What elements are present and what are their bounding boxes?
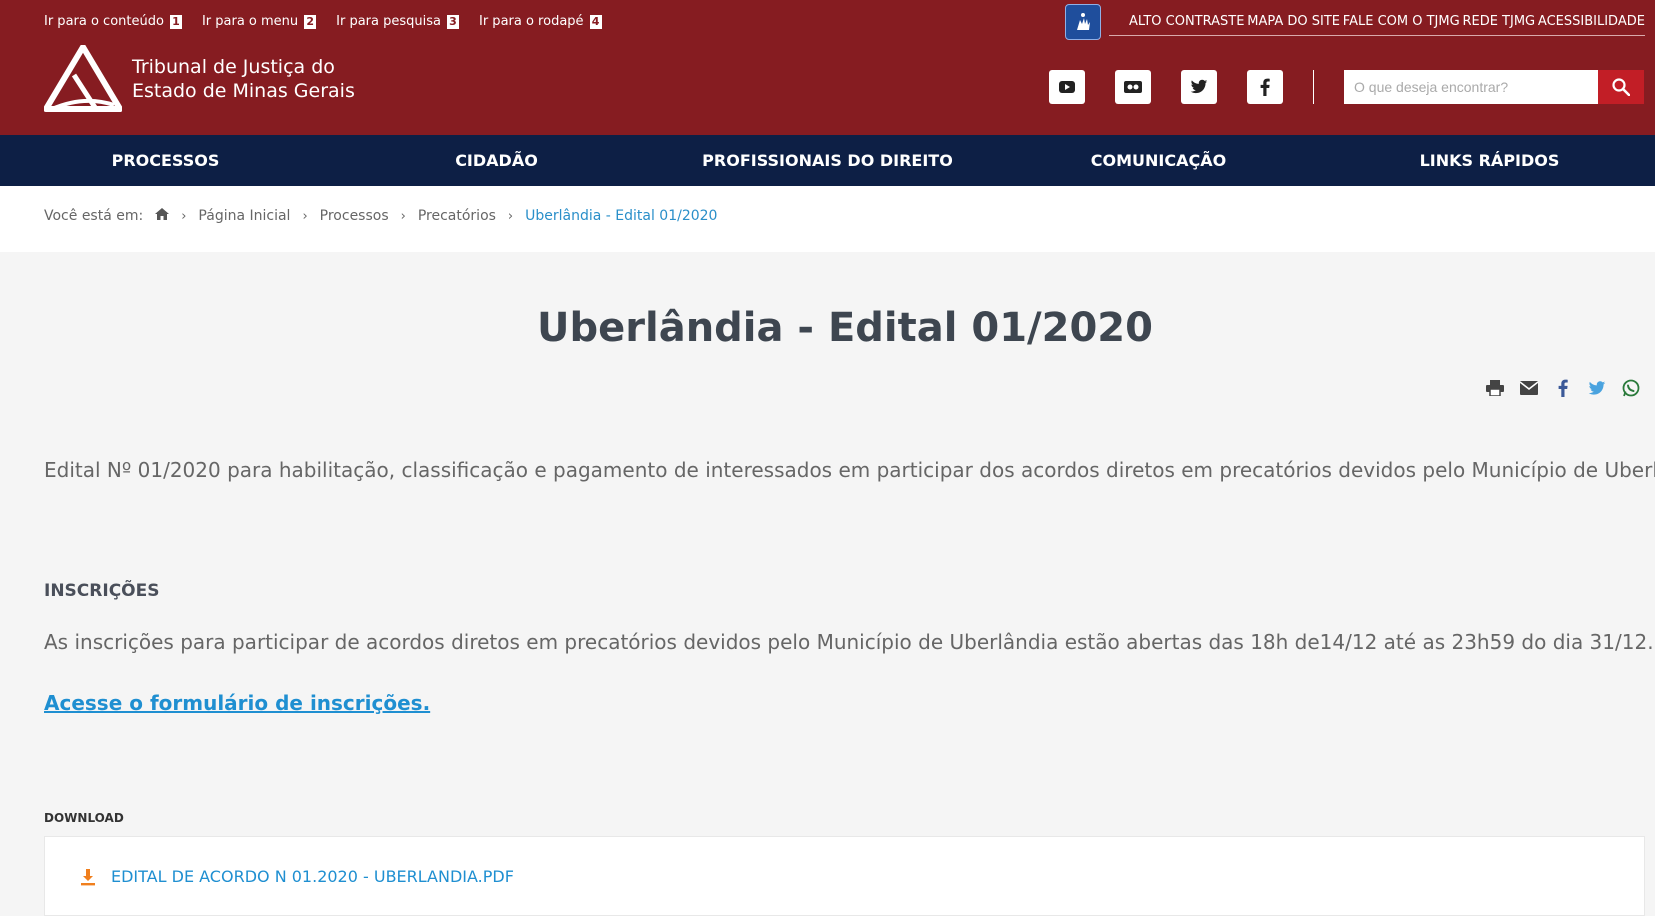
breadcrumb-item[interactable]: Página Inicial bbox=[198, 208, 290, 224]
search-icon bbox=[1612, 78, 1630, 96]
search-button[interactable] bbox=[1598, 70, 1644, 104]
breadcrumb-item[interactable]: Processos bbox=[320, 208, 389, 224]
breadcrumb-prefix: Você está em: bbox=[44, 208, 144, 224]
site-map-link[interactable]: MAPA DO SITE bbox=[1247, 14, 1340, 29]
skip-link-content[interactable]: Ir para o conteúdo 1 bbox=[44, 14, 182, 29]
tjmg-logo[interactable]: Tribunal de Justiça do Estado de Minas G… bbox=[44, 45, 355, 113]
search-input[interactable] bbox=[1344, 70, 1598, 104]
email-icon[interactable] bbox=[1519, 378, 1539, 398]
skip-link-footer[interactable]: Ir para o rodapé 4 bbox=[479, 14, 602, 29]
breadcrumb-item[interactable]: Precatórios bbox=[418, 208, 496, 224]
home-icon[interactable] bbox=[155, 208, 170, 224]
breadcrumb-bar: Você está em: › Página Inicial › Process… bbox=[0, 186, 1655, 252]
download-label: DOWNLOAD bbox=[44, 811, 124, 825]
facebook-icon[interactable] bbox=[1247, 70, 1283, 104]
site-header: Ir para o conteúdo 1 Ir para o menu 2 Ir… bbox=[0, 0, 1655, 135]
page-title: Uberlândia - Edital 01/2020 bbox=[537, 305, 1153, 351]
facebook-share-icon[interactable] bbox=[1553, 378, 1573, 398]
nav-cidadao[interactable]: CIDADÃO bbox=[331, 135, 662, 186]
youtube-icon[interactable] bbox=[1049, 70, 1085, 104]
breadcrumb-current: Uberlândia - Edital 01/2020 bbox=[525, 208, 718, 224]
libras-sign-language-icon[interactable] bbox=[1065, 4, 1101, 40]
nav-links-rapidos[interactable]: LINKS RÁPIDOS bbox=[1324, 135, 1655, 186]
high-contrast-link[interactable]: ALTO CONTRASTE bbox=[1129, 14, 1244, 29]
nav-profissionais-direito[interactable]: PROFISSIONAIS DO DIREITO bbox=[662, 135, 993, 186]
skip-links: Ir para o conteúdo 1 Ir para o menu 2 Ir… bbox=[44, 14, 602, 29]
breadcrumb: Você está em: › Página Inicial › Process… bbox=[44, 208, 717, 224]
header-divider bbox=[1313, 70, 1314, 104]
rede-tjmg-link[interactable]: REDE TJMG bbox=[1462, 14, 1535, 29]
logo-line2: Estado de Minas Gerais bbox=[132, 80, 355, 102]
registration-form-link[interactable]: Acesse o formulário de inscrições. bbox=[44, 691, 430, 715]
utility-links: ALTO CONTRASTE MAPA DO SITE FALE COM O T… bbox=[1109, 14, 1645, 36]
share-toolbar bbox=[1485, 378, 1641, 398]
nav-comunicacao[interactable]: COMUNICAÇÃO bbox=[993, 135, 1324, 186]
main-nav: PROCESSOS CIDADÃO PROFISSIONAIS DO DIREI… bbox=[0, 135, 1655, 186]
accessibility-link[interactable]: ACESSIBILIDADE bbox=[1538, 14, 1645, 29]
download-file-link[interactable]: EDITAL DE ACORDO N 01.2020 - UBERLANDIA.… bbox=[79, 867, 514, 886]
section-text: As inscrições para participar de acordos… bbox=[44, 630, 1654, 654]
download-card: EDITAL DE ACORDO N 01.2020 - UBERLANDIA.… bbox=[44, 836, 1645, 916]
nav-processos[interactable]: PROCESSOS bbox=[0, 135, 331, 186]
twitter-icon[interactable] bbox=[1181, 70, 1217, 104]
chevron-right-icon: › bbox=[400, 208, 406, 224]
intro-text: Edital Nº 01/2020 para habilitação, clas… bbox=[44, 458, 1655, 482]
contact-link[interactable]: FALE COM O TJMG bbox=[1343, 14, 1460, 29]
chevron-right-icon: › bbox=[181, 208, 187, 224]
triangle-logo-icon bbox=[44, 45, 122, 112]
print-icon[interactable] bbox=[1485, 378, 1505, 398]
whatsapp-share-icon[interactable] bbox=[1621, 378, 1641, 398]
skip-link-search[interactable]: Ir para pesquisa 3 bbox=[336, 14, 459, 29]
search-box bbox=[1344, 70, 1644, 104]
twitter-share-icon[interactable] bbox=[1587, 378, 1607, 398]
chevron-right-icon: › bbox=[507, 208, 514, 224]
logo-line1: Tribunal de Justiça do bbox=[132, 56, 335, 78]
section-title: INSCRIÇÕES bbox=[44, 581, 160, 601]
chevron-right-icon: › bbox=[302, 208, 308, 224]
flickr-icon[interactable] bbox=[1115, 70, 1151, 104]
skip-link-menu[interactable]: Ir para o menu 2 bbox=[202, 14, 317, 29]
download-icon bbox=[81, 868, 95, 885]
download-file-name: EDITAL DE ACORDO N 01.2020 - UBERLANDIA.… bbox=[111, 867, 514, 886]
